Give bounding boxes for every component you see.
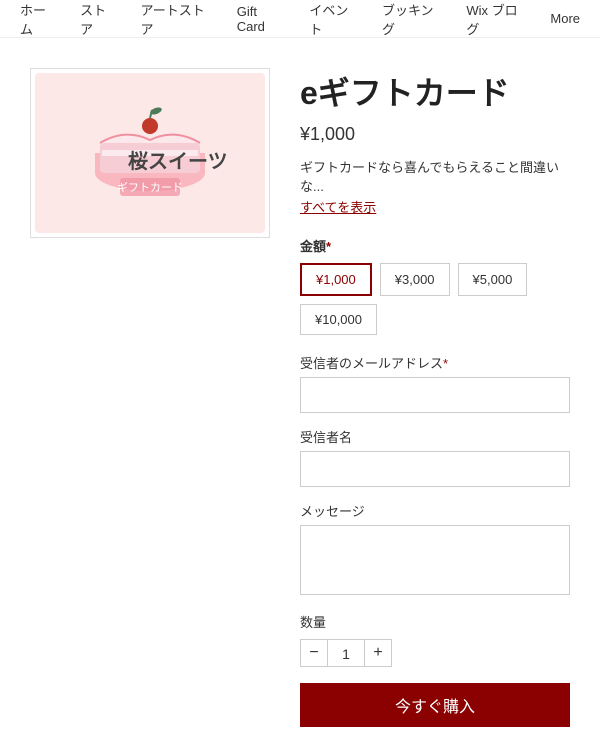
main-content: 桜スイーツ ギフトカード eギフトカード ¥1,000 ギフトカードなら喜んでも… [0, 38, 600, 747]
nav-item-booking[interactable]: ブッキング [382, 0, 442, 38]
recipient-name-label: 受信者名 [300, 427, 570, 446]
recipient-email-input[interactable] [300, 377, 570, 413]
gift-card-visual: 桜スイーツ ギフトカード [35, 73, 265, 233]
qty-value: 1 [328, 639, 364, 667]
product-title: eギフトカード [300, 68, 570, 114]
amount-btn-3000[interactable]: ¥3,000 [380, 263, 450, 296]
svg-text:ギフトカード: ギフトカード [117, 181, 183, 194]
amount-label: 金額* [300, 236, 570, 255]
amount-options: ¥1,000¥3,000¥5,000 ¥10,000 [300, 263, 570, 335]
gift-card-illustration: 桜スイーツ ギフトカード [40, 78, 260, 228]
message-input[interactable] [300, 525, 570, 595]
recipient-name-input[interactable] [300, 451, 570, 487]
nav-item-home[interactable]: ホーム [20, 0, 56, 38]
amount-btn-5000[interactable]: ¥5,000 [458, 263, 528, 296]
svg-text:桜スイーツ: 桜スイーツ [128, 150, 228, 173]
quantity-label: 数量 [300, 612, 570, 631]
nav-item-blog[interactable]: Wix ブログ [466, 0, 526, 38]
qty-increase-button[interactable]: + [364, 639, 392, 667]
show-all-link[interactable]: すべてを表示 [300, 197, 376, 216]
recipient-email-label: 受信者のメールアドレス* [300, 353, 570, 372]
quantity-control: − 1 + [300, 639, 570, 667]
nav-item-more[interactable]: More [550, 11, 580, 26]
qty-decrease-button[interactable]: − [300, 639, 328, 667]
product-price: ¥1,000 [300, 124, 570, 145]
buy-now-button[interactable]: 今すぐ購入 [300, 683, 570, 727]
product-description: ギフトカードなら喜んでもらえること間違いな... [300, 157, 570, 195]
gift-card-image-container: 桜スイーツ ギフトカード [30, 68, 270, 238]
amount-btn-10000[interactable]: ¥10,000 [300, 304, 377, 335]
nav-item-store[interactable]: ストア [80, 0, 116, 38]
main-nav: ホームストアアートストア Gift Card イベントブッキング Wix ブログ Mor… [0, 0, 600, 38]
message-label: メッセージ [300, 501, 570, 520]
product-info: eギフトカード ¥1,000 ギフトカードなら喜んでもらえること間違いな... … [300, 68, 570, 727]
nav-item-art-store[interactable]: アートストア [141, 0, 213, 38]
nav-item-events[interactable]: イベント [309, 0, 358, 38]
nav-item-gift-card[interactable]: Gift Card [237, 4, 286, 34]
amount-btn-1000[interactable]: ¥1,000 [300, 263, 372, 296]
